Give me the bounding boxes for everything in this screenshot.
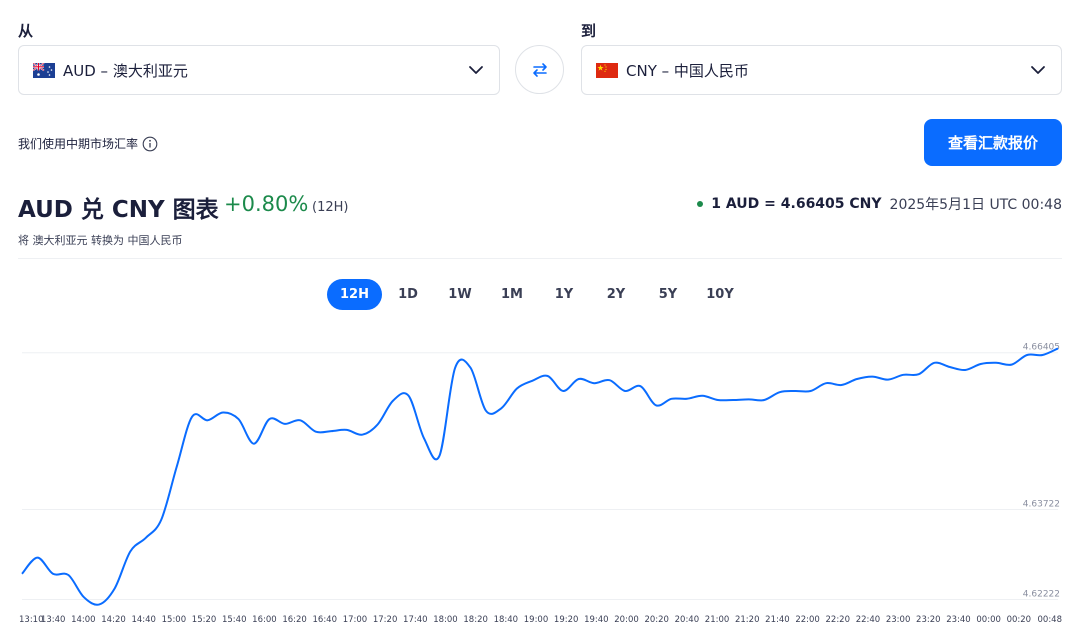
x-tick-label: 17:00 <box>343 615 368 625</box>
australia-flag-icon <box>33 62 55 78</box>
x-tick-label: 00:20 <box>1007 615 1032 625</box>
chart-period: (12H) <box>312 200 349 215</box>
period-tab-1w[interactable]: 1W <box>434 279 486 310</box>
info-icon[interactable] <box>142 136 158 152</box>
period-tab-1d[interactable]: 1D <box>382 279 434 310</box>
period-tab-5y[interactable]: 5Y <box>642 279 694 310</box>
period-tab-2y[interactable]: 2Y <box>590 279 642 310</box>
y-tick-label: 4.62222 <box>1023 589 1060 599</box>
x-tick-label: 19:20 <box>554 615 579 625</box>
x-tick-label: 17:40 <box>403 615 428 625</box>
x-tick-label: 20:20 <box>644 615 669 625</box>
period-tab-1y[interactable]: 1Y <box>538 279 590 310</box>
x-tick-label: 17:20 <box>373 615 398 625</box>
from-currency-select[interactable]: AUD – 澳大利亚元 <box>18 45 500 95</box>
x-tick-label: 14:00 <box>71 615 96 625</box>
swap-arrows-icon <box>532 62 547 77</box>
from-currency-text: AUD – 澳大利亚元 <box>63 61 188 80</box>
chevron-down-icon <box>1031 66 1045 74</box>
current-rate: 1 AUD = 4.66405 CNY 2025年5月1日 UTC 00:48 <box>697 194 1062 214</box>
x-tick-label: 21:40 <box>765 615 790 625</box>
x-tick-label: 23:00 <box>886 615 911 625</box>
divider <box>18 258 1062 259</box>
x-tick-label: 16:00 <box>252 615 277 625</box>
x-tick-label: 22:40 <box>856 615 881 625</box>
x-tick-label: 20:00 <box>614 615 639 625</box>
view-transfer-quote-button[interactable]: 查看汇款报价 <box>924 119 1062 166</box>
to-label: 到 <box>581 22 597 40</box>
x-tick-label: 15:20 <box>192 615 217 625</box>
china-flag-icon <box>596 62 618 78</box>
from-label: 从 <box>18 22 34 40</box>
x-tick-label: 18:00 <box>433 615 458 625</box>
y-tick-label: 4.63722 <box>1023 500 1060 510</box>
chart-title: AUD 兑 CNY 图表 <box>18 197 219 223</box>
live-dot-icon <box>697 201 704 207</box>
chevron-down-icon <box>469 66 483 74</box>
x-tick-label: 16:20 <box>282 615 307 625</box>
period-tab-1m[interactable]: 1M <box>486 279 538 310</box>
to-currency-select[interactable]: CNY – 中国人民币 <box>581 45 1062 95</box>
period-tab-10y[interactable]: 10Y <box>694 279 746 310</box>
x-tick-label: 14:40 <box>131 615 156 625</box>
x-tick-label: 19:00 <box>524 615 549 625</box>
rate-chart: 4.664054.637224.6222213:1013:40 14:00 14:2… <box>19 343 1063 625</box>
x-tick-label: 13:10 <box>19 615 44 625</box>
x-tick-label: 15:40 <box>222 615 247 625</box>
period-tabs: 12H 1D 1W 1M 1Y 2Y 5Y 10Y <box>327 279 746 310</box>
x-tick-label: 21:00 <box>705 615 730 625</box>
mid-market-note-text: 我们使用中期市场汇率 <box>18 137 139 151</box>
x-tick-label: 00:48 <box>1038 615 1063 625</box>
chart-change: +0.80% <box>224 192 309 216</box>
rate-timestamp: 2025年5月1日 UTC 00:48 <box>889 197 1062 213</box>
x-tick-label: 19:40 <box>584 615 609 625</box>
x-tick-label: 22:00 <box>795 615 820 625</box>
x-tick-label: 20:40 <box>675 615 700 625</box>
rate-value: 1 AUD = 4.66405 CNY <box>711 196 882 212</box>
series-line <box>21 347 1059 606</box>
x-tick-label: 23:40 <box>946 615 971 625</box>
mid-market-note: 我们使用中期市场汇率 <box>18 135 158 152</box>
conversion-subtitle: 将 澳大利亚元 转换为 中国人民币 <box>18 234 183 247</box>
x-tick-label: 21:20 <box>735 615 760 625</box>
x-tick-label: 13:40 <box>41 615 66 625</box>
x-tick-label: 15:00 <box>162 615 187 625</box>
x-tick-label: 14:20 <box>101 615 126 625</box>
to-currency-text: CNY – 中国人民币 <box>626 61 749 80</box>
x-tick-label: 22:20 <box>826 615 851 625</box>
x-tick-label: 23:20 <box>916 615 941 625</box>
swap-currencies-button[interactable] <box>515 45 564 94</box>
x-tick-label: 18:40 <box>494 615 519 625</box>
x-tick-label: 18:20 <box>463 615 488 625</box>
period-tab-12h[interactable]: 12H <box>327 279 382 310</box>
x-tick-label: 00:00 <box>976 615 1001 625</box>
x-tick-label: 16:40 <box>313 615 338 625</box>
